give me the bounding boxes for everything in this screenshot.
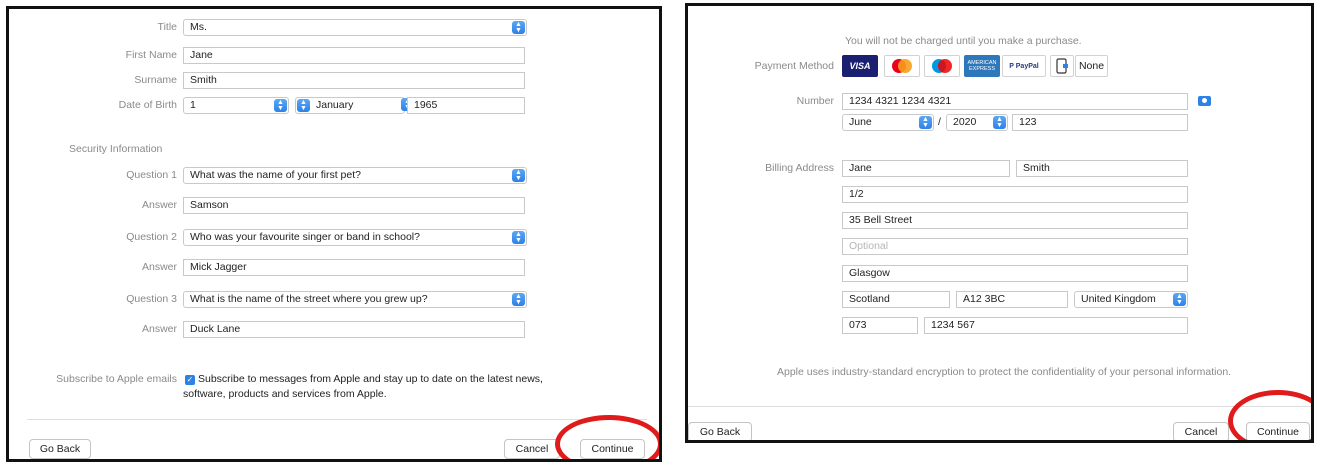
region-field[interactable]: Scotland — [842, 291, 950, 308]
encryption-note: Apple uses industry-standard encryption … — [777, 366, 1232, 378]
chevron-updown-icon: ▲▼ — [512, 169, 525, 182]
none-option[interactable]: None — [1075, 55, 1108, 77]
chevron-updown-icon: ▲▼ — [1173, 293, 1186, 306]
expiry-separator: / — [938, 116, 941, 128]
card-number-field[interactable]: 1234 4321 1234 4321 — [842, 93, 1188, 110]
highlight-circle — [555, 415, 659, 459]
postcode-field[interactable]: A12 3BC — [956, 291, 1068, 308]
charge-note: You will not be charged until you make a… — [845, 35, 1082, 47]
dob-year-field[interactable]: 1965 — [407, 97, 525, 114]
apple-pay-option[interactable] — [1050, 55, 1074, 77]
question-1-select[interactable]: What was the name of your first pet? ▲ ▼ — [183, 167, 527, 184]
chevron-updown-icon: ▲▼ — [512, 293, 525, 306]
none-label: None — [1078, 60, 1105, 72]
answer-3-label: Answer — [141, 323, 177, 335]
title-value: Ms. — [190, 21, 207, 33]
visa-option[interactable]: VISA — [842, 55, 878, 77]
subscribe-label: Subscribe to Apple emails — [56, 373, 177, 385]
address-line-1-field[interactable]: 1/2 — [842, 186, 1188, 203]
personal-info-panel: Title Ms. ▲ ▼ First Name Jane Surname Smi… — [6, 6, 662, 462]
country-select[interactable]: United Kingdom ▲ ▼ — [1074, 291, 1188, 308]
cancel-button[interactable]: Cancel — [1173, 422, 1229, 440]
title-label: Title — [157, 21, 177, 33]
paypal-label: P PayPal — [1009, 62, 1039, 70]
answer-2-label: Answer — [141, 261, 177, 273]
cancel-button[interactable]: Cancel — [504, 439, 560, 459]
title-select[interactable]: Ms. ▲ ▼ — [183, 19, 527, 36]
question-2-select[interactable]: Who was your favourite singer or band in… — [183, 229, 527, 246]
mastercard-option[interactable] — [884, 55, 920, 77]
subscribe-text-line-1: Subscribe to messages from Apple and sta… — [198, 373, 543, 385]
payment-method-label: Payment Method — [754, 60, 834, 72]
answer-3-field[interactable]: Duck Lane — [183, 321, 525, 338]
expiry-year-select[interactable]: 2020 ▲ ▼ — [946, 114, 1008, 131]
billing-last-name-field[interactable]: Smith — [1016, 160, 1188, 177]
answer-2-field[interactable]: Mick Jagger — [183, 259, 525, 276]
chevron-updown-icon: ▲▼ — [993, 116, 1006, 129]
number-label: Number — [796, 95, 834, 107]
billing-first-name-field[interactable]: Jane — [842, 160, 1010, 177]
go-back-button[interactable]: Go Back — [29, 439, 91, 459]
address-line-2-field[interactable]: 35 Bell Street — [842, 212, 1188, 229]
question-3-select[interactable]: What is the name of the street where you… — [183, 291, 527, 308]
maestro-option[interactable] — [924, 55, 960, 77]
question-1-value: What was the name of your first pet? — [190, 169, 361, 181]
paypal-option[interactable]: P PayPal — [1002, 55, 1046, 77]
expiry-year-value: 2020 — [953, 116, 977, 128]
date-of-birth-label: Date of Birth — [118, 99, 177, 111]
maestro-icon — [932, 59, 952, 73]
amex-label: AMERICAN EXPRESS — [967, 60, 997, 72]
chevron-updown-icon: ▲▼ — [512, 21, 525, 34]
chevron-updown-icon: ▲▼ — [297, 99, 310, 112]
surname-label: Surname — [134, 74, 177, 86]
country-value: United Kingdom — [1081, 293, 1156, 305]
answer-1-field[interactable]: Samson — [183, 197, 525, 214]
dob-day-value: 1 — [190, 99, 196, 111]
phone-area-code-field[interactable]: 073 — [842, 317, 918, 334]
phone-number-field[interactable]: 1234 567 — [924, 317, 1188, 334]
highlight-circle — [1228, 390, 1311, 440]
chevron-updown-icon: ▲▼ — [274, 99, 287, 112]
camera-icon[interactable] — [1198, 96, 1211, 106]
surname-field[interactable]: Smith — [183, 72, 525, 89]
billing-address-label: Billing Address — [765, 162, 834, 174]
subscribe-text-line-2: software, products and services from App… — [183, 388, 387, 400]
answer-1-label: Answer — [141, 199, 177, 211]
dob-month-select[interactable]: ▲ ▼ January — [295, 97, 405, 114]
amex-option[interactable]: AMERICAN EXPRESS — [964, 55, 1000, 77]
security-code-field[interactable]: 123 — [1012, 114, 1188, 131]
phone-pay-icon — [1056, 58, 1068, 74]
first-name-label: First Name — [125, 49, 177, 61]
first-name-field[interactable]: Jane — [183, 47, 525, 64]
go-back-button[interactable]: Go Back — [688, 422, 752, 440]
payment-panel: You will not be charged until you make a… — [685, 3, 1314, 443]
address-line-3-field[interactable]: Optional — [842, 238, 1188, 255]
chevron-updown-icon: ▲▼ — [512, 231, 525, 244]
question-1-label: Question 1 — [126, 169, 177, 181]
footer-divider — [27, 419, 647, 420]
question-2-label: Question 2 — [126, 231, 177, 243]
question-3-label: Question 3 — [126, 293, 177, 305]
dob-day-select[interactable]: 1 ▲ ▼ — [183, 97, 289, 114]
mastercard-icon — [892, 59, 912, 73]
question-3-value: What is the name of the street where you… — [190, 293, 428, 305]
expiry-month-select[interactable]: June ▲ ▼ — [842, 114, 934, 131]
footer-divider — [688, 406, 1311, 407]
chevron-updown-icon: ▲▼ — [919, 116, 932, 129]
checkbox-checked-icon[interactable]: ✓ — [185, 375, 195, 385]
visa-label: VISA — [849, 61, 871, 71]
city-field[interactable]: Glasgow — [842, 265, 1188, 282]
question-2-value: Who was your favourite singer or band in… — [190, 231, 420, 243]
security-information-heading: Security Information — [69, 143, 163, 155]
expiry-month-value: June — [849, 116, 872, 128]
